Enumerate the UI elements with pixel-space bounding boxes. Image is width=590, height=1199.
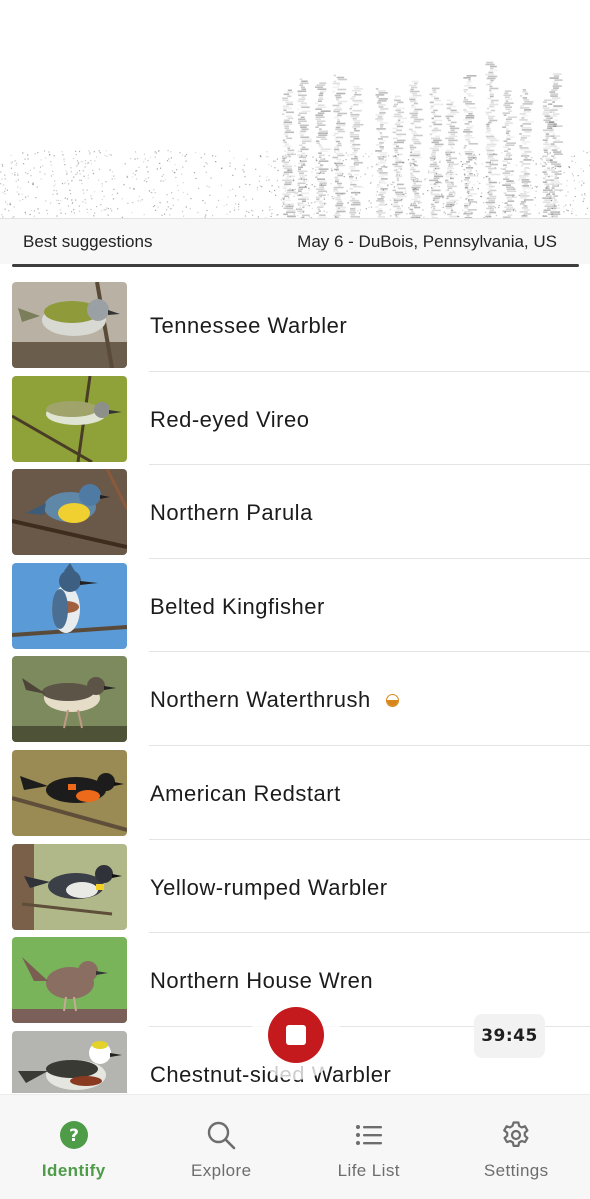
species-name: Northern Waterthrush [150, 651, 399, 749]
species-name: Red-eyed Vireo [150, 406, 310, 432]
northern-parula-photo [12, 469, 127, 556]
bottom-nav: ? Identify Explore Life List Settings [0, 1094, 590, 1199]
list-item[interactable]: Northern Parula [0, 464, 590, 559]
section-label: Best suggestions [23, 231, 153, 251]
red-eyed-vireo-photo [12, 375, 127, 462]
nav-life-list[interactable]: Life List [295, 1095, 443, 1199]
suggestions-header: Best suggestions May 6 - DuBois, Pennsyl… [0, 218, 590, 264]
list-item[interactable]: Tennessee Warbler [0, 277, 590, 372]
stop-recording-button[interactable] [251, 990, 341, 1080]
nav-identify[interactable]: ? Identify [0, 1095, 148, 1199]
tennessee-warbler-photo [12, 282, 127, 368]
northern-house-wren-photo [12, 937, 127, 1024]
species-name: Tennessee Warbler [150, 313, 348, 338]
half-circle-badge-icon [385, 693, 399, 707]
list-icon [353, 1119, 385, 1151]
stop-recording-icon [268, 1007, 324, 1063]
recording-timer: 39:45 [474, 1014, 545, 1058]
species-name: Northern Parula [150, 500, 313, 526]
chestnut-sided-warbler-photo [12, 1030, 127, 1093]
yellow-rumped-warbler-photo [12, 843, 127, 930]
list-item[interactable]: Belted Kingfisher [0, 558, 590, 653]
northern-waterthrush-photo [12, 656, 127, 743]
species-name: American Redstart [150, 780, 341, 806]
question-circle-icon: ? [58, 1119, 90, 1151]
gear-icon [500, 1119, 532, 1151]
search-icon [205, 1119, 237, 1151]
playback-progress-line [12, 264, 579, 267]
species-name: Belted Kingfisher [150, 593, 325, 619]
list-item[interactable]: American Redstart [0, 745, 590, 840]
nav-explore[interactable]: Explore [148, 1095, 296, 1199]
species-list[interactable]: Tennessee Warbler Red-eyed Vireo Norther… [0, 277, 590, 1093]
svg-text:?: ? [69, 1126, 79, 1146]
species-name: Yellow-rumped Warbler [150, 874, 388, 900]
recording-info: May 6 - DuBois, Pennsylvania, US [297, 231, 557, 251]
belted-kingfisher-photo [12, 562, 127, 649]
list-item[interactable]: Red-eyed Vireo [0, 371, 590, 466]
list-item[interactable]: Yellow-rumped Warbler [0, 839, 590, 934]
list-item[interactable]: Northern Waterthrush [0, 651, 590, 746]
nav-settings[interactable]: Settings [443, 1095, 590, 1199]
spectrogram [0, 0, 590, 218]
american-redstart-photo [12, 749, 127, 836]
